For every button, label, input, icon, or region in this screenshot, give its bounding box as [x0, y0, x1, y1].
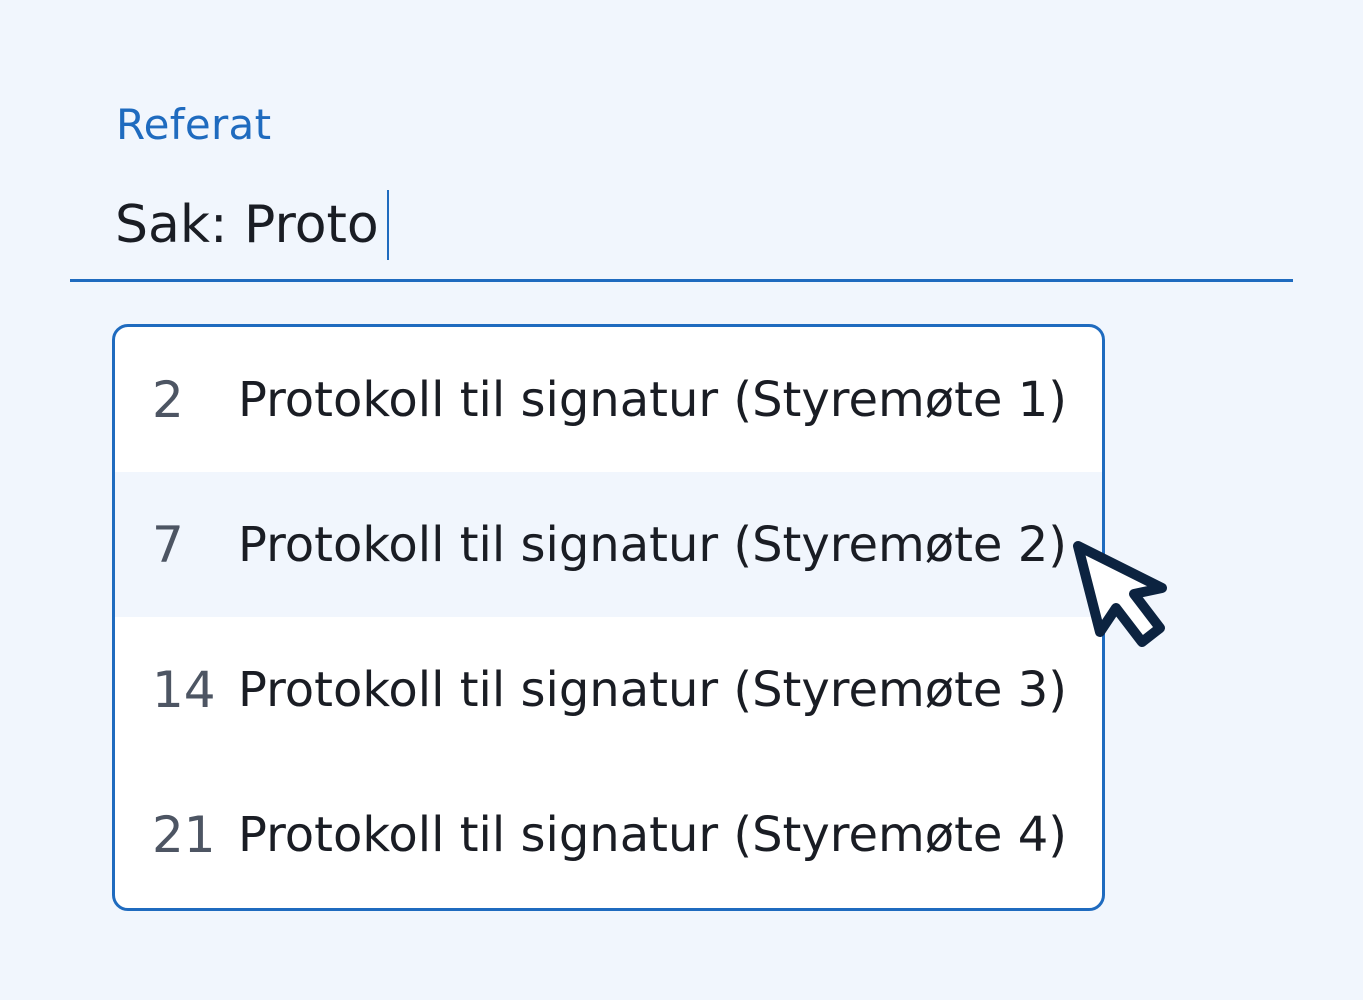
text-caret	[386, 190, 389, 260]
option-number: 7	[152, 515, 184, 574]
option-number: 2	[152, 370, 184, 429]
dropdown-option[interactable]: 21 Protokoll til signatur (Styremøte 4)	[115, 762, 1102, 907]
search-input[interactable]: Sak: Proto	[70, 170, 1293, 282]
option-number: 21	[152, 805, 216, 864]
autocomplete-dropdown: 2 Protokoll til signatur (Styremøte 1) 7…	[112, 324, 1105, 911]
input-value-wrapper: Sak: Proto	[115, 190, 389, 260]
option-title: Protokoll til signatur (Styremøte 4)	[238, 806, 1067, 863]
option-title: Protokoll til signatur (Styremøte 2)	[238, 516, 1067, 573]
option-title: Protokoll til signatur (Styremøte 1)	[238, 371, 1067, 428]
input-value: Sak: Proto	[115, 195, 379, 255]
field-label: Referat	[116, 100, 272, 149]
mouse-pointer-icon	[1073, 541, 1167, 647]
option-number: 14	[152, 660, 216, 719]
dropdown-option[interactable]: 14 Protokoll til signatur (Styremøte 3)	[115, 617, 1102, 762]
option-title: Protokoll til signatur (Styremøte 3)	[238, 661, 1067, 718]
dropdown-option[interactable]: 2 Protokoll til signatur (Styremøte 1)	[115, 327, 1102, 472]
dropdown-option-hovered[interactable]: 7 Protokoll til signatur (Styremøte 2)	[115, 472, 1102, 617]
